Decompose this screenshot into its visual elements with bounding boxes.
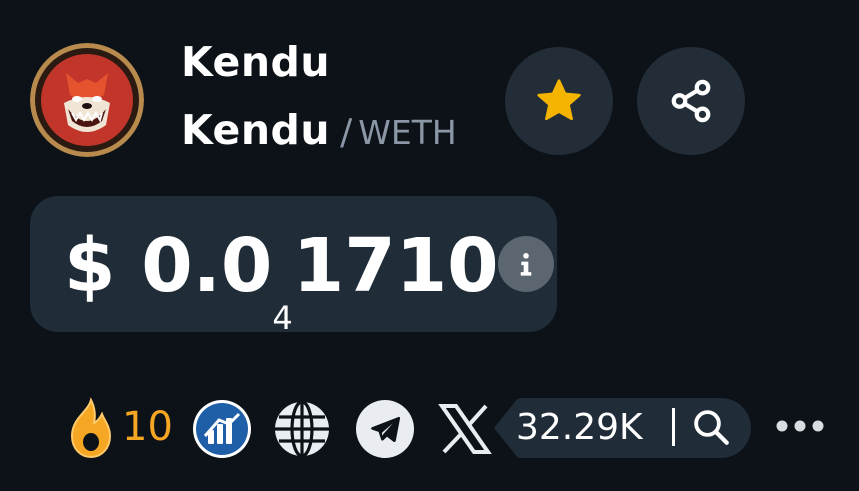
globe-icon[interactable] [273, 400, 331, 458]
fire-icon[interactable] [58, 396, 124, 460]
price-panel: $ 0.041710 [30, 196, 557, 337]
follower-count: 32.29K [516, 407, 643, 448]
fire-count: 10 [122, 404, 173, 450]
social-bar: 10 32.29K [0, 396, 859, 460]
token-name: Kendu [181, 38, 331, 86]
price-significant: 1710 [292, 223, 499, 309]
price-zero-count: 4 [272, 299, 293, 337]
price-currency: $ [64, 223, 116, 309]
trading-pair: Kendu / WETH [181, 106, 457, 160]
bar-chart-icon[interactable] [193, 400, 251, 458]
token-logo [30, 43, 144, 157]
pair-separator: / [340, 112, 353, 153]
search-icon[interactable] [690, 406, 732, 448]
x-icon[interactable] [436, 400, 494, 458]
price-leading: 0.0 [141, 223, 273, 309]
share-icon [671, 79, 711, 123]
pill-divider [672, 408, 675, 446]
info-icon[interactable] [498, 236, 554, 292]
pair-quote-symbol: WETH [358, 113, 457, 152]
more-dots-icon[interactable] [772, 414, 828, 438]
token-price: $ 0.041710 [64, 216, 499, 337]
pair-base-symbol: Kendu [181, 106, 331, 154]
favorite-button[interactable] [505, 47, 613, 155]
share-button[interactable] [637, 47, 745, 155]
telegram-icon[interactable] [356, 400, 414, 458]
star-icon [537, 79, 581, 121]
